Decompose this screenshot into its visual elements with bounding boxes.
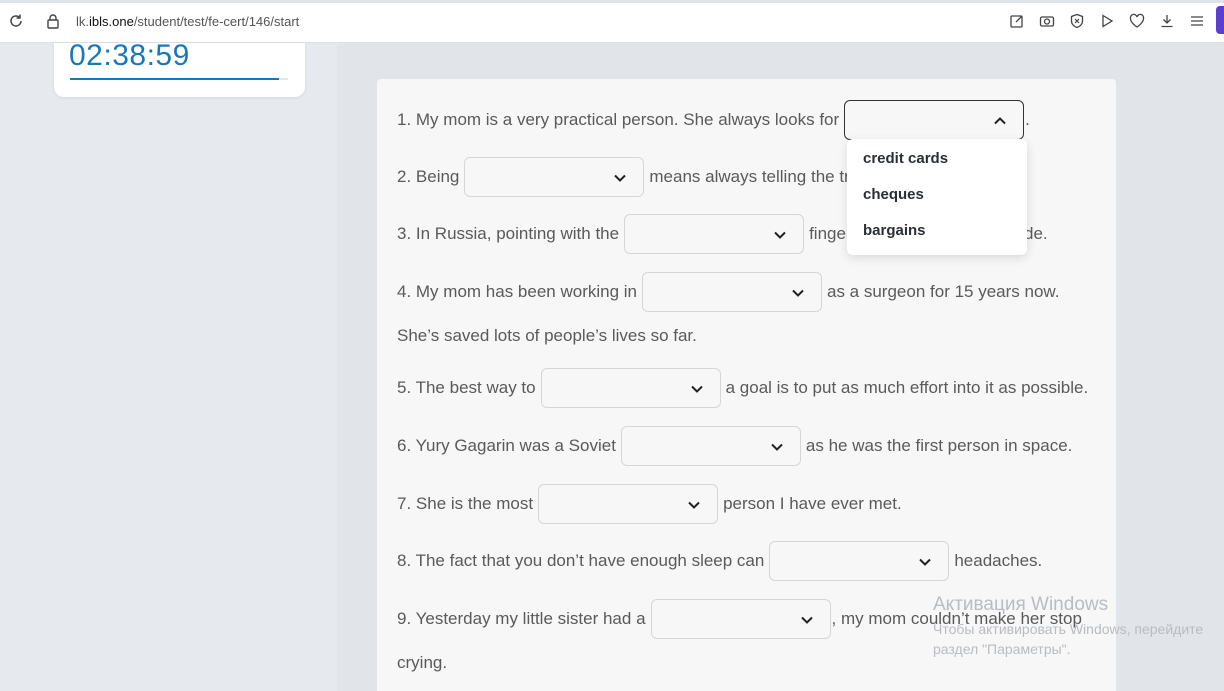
question-4-end: as a surgeon for 15 years now. [827, 282, 1060, 301]
question-1-end: . [1025, 110, 1030, 129]
question-6: 6. Yury Gagarin was a Soviet as he was t… [397, 426, 1072, 466]
url-prefix: lk. [76, 14, 89, 29]
chevron-down-icon [690, 385, 703, 393]
question-5-end: a goal is to put as much effort into it … [725, 378, 1089, 397]
windows-activation-hint: Чтобы активировать Windows, перейдите ра… [933, 619, 1203, 659]
chevron-down-icon [688, 501, 700, 509]
question-2-select[interactable] [464, 157, 645, 197]
question-4-text: 4. My mom has been working in [397, 282, 637, 301]
question-7-text: 7. She is the most [397, 494, 534, 513]
edit-icon[interactable] [1008, 12, 1026, 30]
question-7-select[interactable] [538, 484, 719, 524]
timer-card: 02:38:59 [54, 39, 305, 97]
windows-activation-title: Активация Windows [933, 594, 1109, 615]
chevron-down-icon [614, 174, 627, 182]
question-3-select[interactable] [624, 214, 805, 254]
question-3-end: finge [809, 224, 846, 243]
url-domain: ibls.one [89, 14, 134, 29]
question-2: 2. Being means always telling the tr [397, 157, 850, 197]
download-icon[interactable] [1158, 12, 1176, 30]
play-icon[interactable] [1098, 12, 1116, 30]
tab-strip [0, 0, 1224, 3]
question-2-text: 2. Being [397, 167, 460, 186]
camera-icon[interactable] [1038, 12, 1056, 30]
question-7-end: person I have ever met. [723, 494, 902, 513]
question-7: 7. She is the most person I have ever me… [397, 484, 902, 524]
chevron-down-icon [774, 231, 786, 239]
question-9-continuation: crying. [397, 653, 448, 672]
heart-icon[interactable] [1128, 12, 1146, 30]
question-4-select[interactable] [642, 272, 822, 312]
question-1-dropdown-menu: credit cards cheques bargains [847, 139, 1027, 255]
question-6-text: 6. Yury Gagarin was a Soviet [397, 436, 616, 455]
url-path: /student/test/fe-cert/146/start [133, 14, 300, 29]
sidebar [0, 43, 337, 691]
chevron-up-icon [994, 117, 1006, 125]
question-6-end: as he was the first person in space. [805, 436, 1073, 455]
question-5-text: 5. The best way to [397, 378, 536, 397]
timer-progress-track [70, 78, 288, 80]
question-1-select[interactable] [844, 100, 1025, 140]
question-4-line2: She’s saved lots of people’s lives so fa… [397, 326, 697, 346]
chevron-down-icon [771, 443, 783, 451]
extension-button[interactable] [1216, 6, 1224, 34]
question-1-text: 1. My mom is a very practical person. Sh… [397, 110, 840, 129]
timer-progress-fill [70, 78, 280, 80]
question-3: 3. In Russia, pointing with the finge de… [397, 214, 1048, 254]
chevron-down-icon [919, 558, 932, 566]
shield-icon[interactable] [1068, 12, 1086, 30]
browser-toolbar: lk.ibls.one/student/test/fe-cert/146/sta… [0, 0, 1224, 43]
question-4-continuation: She’s saved lots of people’s lives so fa… [397, 326, 697, 345]
question-9-line2: crying. [397, 653, 447, 673]
timer-value: 02:38:59 [69, 39, 190, 72]
dropdown-option[interactable]: credit cards [847, 145, 1027, 181]
address-bar[interactable]: lk.ibls.one/student/test/fe-cert/146/sta… [76, 14, 299, 29]
chevron-down-icon [792, 289, 804, 297]
windows-activation-line2: раздел "Параметры". [933, 641, 1071, 657]
question-8-select[interactable] [769, 541, 950, 581]
question-8-text: 8. The fact that you don’t have enough s… [397, 551, 765, 570]
menu-icon[interactable] [1188, 12, 1206, 30]
question-9-select[interactable] [650, 599, 831, 639]
question-1: 1. My mom is a very practical person. Sh… [397, 100, 1030, 140]
question-5: 5. The best way to a goal is to put as m… [397, 368, 1088, 408]
question-6-select[interactable] [620, 426, 801, 466]
dropdown-option[interactable]: bargains [847, 217, 1027, 253]
windows-activation-line1: Чтобы активировать Windows, перейдите [933, 621, 1204, 637]
question-9-text: 9. Yesterday my little sister had a [397, 609, 646, 628]
question-3-text: 3. In Russia, pointing with the [397, 224, 620, 243]
question-8-end: headaches. [954, 551, 1043, 570]
reload-icon[interactable] [8, 13, 24, 29]
dropdown-option[interactable]: cheques [847, 181, 1027, 217]
question-4: 4. My mom has been working in as a surge… [397, 272, 1059, 312]
question-8: 8. The fact that you don’t have enough s… [397, 541, 1042, 581]
question-3-end-tail: de. [1024, 224, 1048, 243]
chevron-down-icon [800, 616, 813, 624]
question-5-select[interactable] [540, 368, 721, 408]
question-2-end: means always telling the tr [649, 167, 850, 186]
lock-icon[interactable] [46, 13, 60, 29]
